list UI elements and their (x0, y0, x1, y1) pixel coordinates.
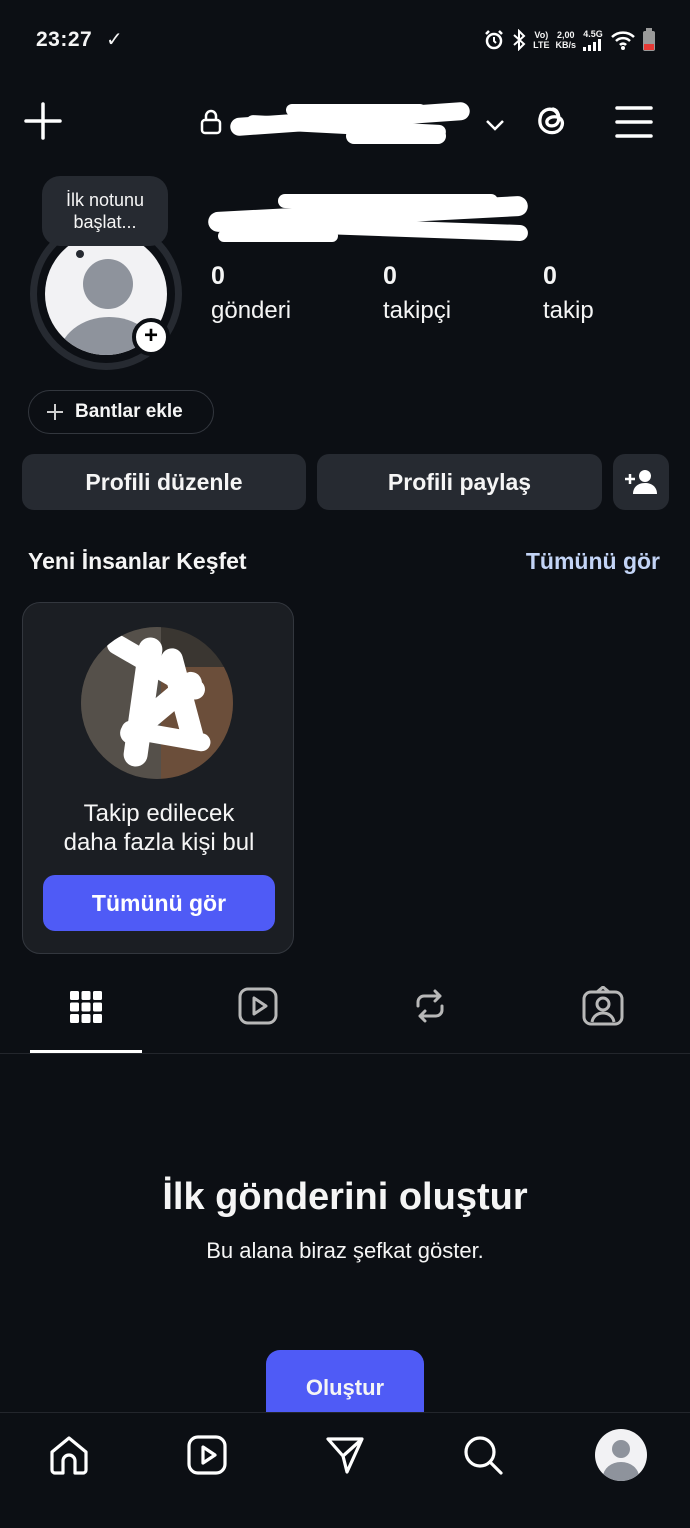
nav-profile[interactable] (586, 1427, 656, 1483)
stat-followers-value: 0 (383, 262, 397, 290)
bottom-navigation (0, 1412, 690, 1528)
profile-screen: 23:27 ✓ Vo) LTE 2,00 KB/s 4.5G + İlk not… (0, 0, 690, 1528)
discover-card: Takip edilecek daha fazla kişi bul Tümün… (22, 602, 294, 954)
nav-home[interactable] (34, 1427, 104, 1483)
active-tab-indicator (30, 1050, 142, 1053)
nav-reels[interactable] (172, 1427, 242, 1483)
network-speed: 2,00 KB/s (555, 30, 576, 50)
download-check-icon: ✓ (106, 29, 123, 51)
threads-icon[interactable] (528, 100, 572, 144)
wifi-icon (611, 31, 635, 50)
add-story-plus-icon[interactable]: + (132, 318, 170, 356)
tagged-icon (582, 986, 624, 1026)
tab-tagged[interactable] (547, 986, 659, 1042)
discover-title: Yeni İnsanlar Keşfet (28, 548, 247, 574)
stat-following[interactable]: 0 takip (543, 262, 594, 325)
status-time: 23:27 (36, 28, 93, 51)
edit-profile-button[interactable]: Profili düzenle (22, 454, 306, 510)
add-person-button[interactable] (613, 454, 669, 510)
network-type: Vo) LTE (533, 30, 550, 50)
grid-icon (70, 991, 102, 1023)
tab-grid[interactable] (30, 986, 142, 1042)
profile-tabs (0, 976, 690, 1054)
stat-followers-label: takipçi (383, 297, 452, 324)
battery-icon (643, 28, 655, 51)
tab-reposts[interactable] (374, 986, 486, 1042)
stat-posts[interactable]: 0 gönderi (211, 262, 291, 325)
discover-see-all-link[interactable]: Tümünü gör (526, 548, 660, 575)
stat-following-label: takip (543, 297, 594, 324)
share-profile-button[interactable]: Profili paylaş (317, 454, 602, 510)
reels-icon (187, 1435, 227, 1475)
add-person-icon (625, 470, 657, 494)
status-bar: 23:27 ✓ Vo) LTE 2,00 KB/s 4.5G (0, 0, 690, 84)
empty-state-title: İlk gönderini oluştur (162, 1176, 528, 1218)
note-text: İlk notunu başlat... (65, 190, 145, 232)
reposts-icon (416, 989, 444, 1023)
add-bands-button[interactable]: Bantlar ekle (28, 390, 214, 434)
stat-followers[interactable]: 0 takipçi (383, 262, 451, 325)
add-bands-label: Bantlar ekle (75, 401, 183, 422)
reels-icon (238, 987, 278, 1025)
cell-signal: 4.5G (582, 29, 604, 51)
tab-reels[interactable] (202, 986, 314, 1042)
username-redacted (226, 98, 476, 148)
account-switcher[interactable] (198, 98, 518, 146)
empty-state-subtitle: Bu alana biraz şefkat göster. (206, 1238, 484, 1263)
note-bubble[interactable]: İlk notunu başlat... (42, 176, 168, 246)
messages-icon (326, 1437, 364, 1474)
status-icons: Vo) LTE 2,00 KB/s 4.5G (483, 28, 656, 52)
lock-icon (200, 109, 222, 135)
alarm-icon (485, 30, 504, 50)
stat-posts-value: 0 (211, 262, 225, 290)
note-bubble-tail (76, 250, 84, 258)
signal-bars-icon (583, 39, 601, 51)
chevron-down-icon[interactable] (484, 118, 506, 132)
nav-messages[interactable] (310, 1427, 380, 1483)
profile-avatar-icon (595, 1429, 647, 1481)
discover-card-text: Takip edilecek daha fazla kişi bul (63, 800, 255, 856)
plus-icon (47, 404, 63, 420)
suggested-people-photo (81, 627, 233, 779)
menu-icon[interactable] (612, 100, 656, 144)
discover-see-all-button[interactable]: Tümünü gör (43, 875, 275, 931)
create-plus-icon[interactable] (22, 100, 64, 142)
home-icon (50, 1436, 88, 1475)
display-name-redacted (207, 190, 548, 250)
search-icon (464, 1436, 503, 1475)
nav-search[interactable] (448, 1427, 518, 1483)
bluetooth-icon (513, 29, 526, 51)
stat-posts-label: gönderi (211, 297, 292, 324)
top-bar (0, 90, 690, 154)
stat-following-value: 0 (543, 262, 557, 290)
